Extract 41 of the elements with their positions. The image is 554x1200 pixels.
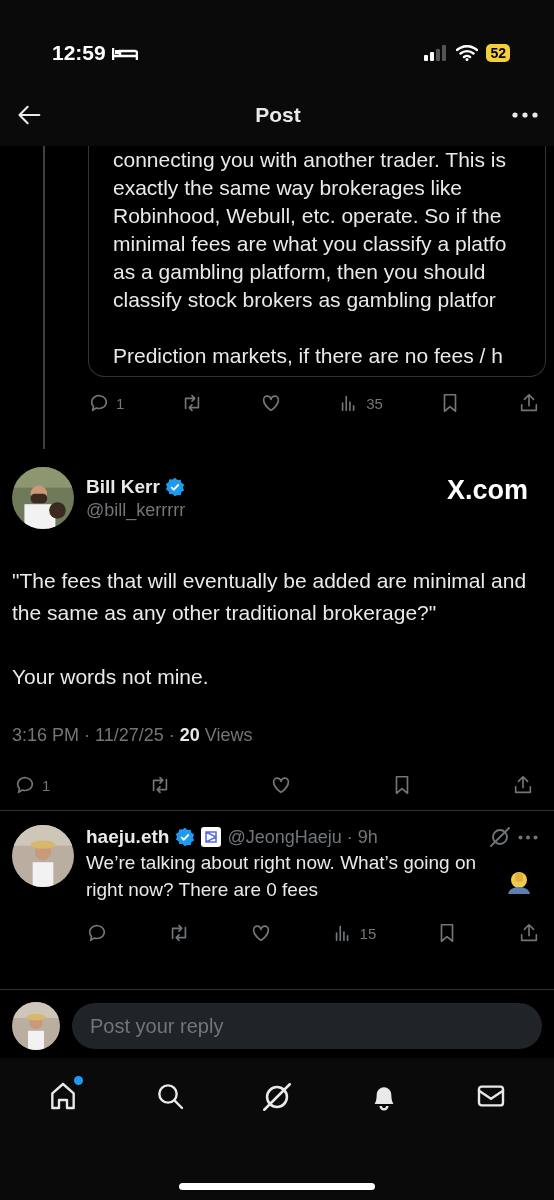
author-handle[interactable]: @bill_kerrrrr <box>86 499 435 521</box>
quoted-text-line: as a gambling platform, then you should <box>113 259 487 285</box>
reply-button[interactable] <box>86 922 108 944</box>
share-icon <box>518 922 540 944</box>
reply-input-field[interactable]: Post your reply <box>72 1003 542 1049</box>
share-icon <box>518 392 540 414</box>
more-icon <box>512 112 538 118</box>
more-button[interactable] <box>512 112 538 118</box>
reply-author-name[interactable]: haeju.eth <box>86 826 170 848</box>
quoted-text-line: exactly the same way brokerages like <box>113 175 463 201</box>
reply-button[interactable]: 1 <box>14 774 51 796</box>
quoted-text-line: connecting you with another trader. This is <box>113 147 507 173</box>
bed-icon <box>111 45 138 61</box>
battery-level: 52 <box>486 44 510 62</box>
quoted-text-line: minimal fees are what you classify a platfo <box>113 231 508 257</box>
author-name[interactable]: Bill Kerr <box>86 475 160 498</box>
quoted-text-line: classify stock brokers as gambling platfor <box>113 287 497 313</box>
reply-text: We’re talking about right now. What’s going on right now? There are 0 fees <box>86 851 478 902</box>
quoted-text-line: Robinhood, Webull, etc. operate. So if the <box>113 203 503 229</box>
views-button[interactable]: 35 <box>338 392 383 414</box>
source-label: X.com <box>446 475 528 506</box>
slashed-circle-icon <box>488 825 512 849</box>
quoted-post-card[interactable] <box>88 146 546 377</box>
status-time: 12:59 <box>52 41 106 65</box>
reply-icon <box>86 922 108 944</box>
post-text: Your words not mine. <box>12 664 210 690</box>
wifi-icon <box>456 45 479 61</box>
post-text: "The fees that will eventually be added are minimal and the same as any other traditional brokerage?" <box>12 568 528 626</box>
share-button[interactable] <box>518 392 540 414</box>
reply-button[interactable]: 1 <box>88 392 125 414</box>
share-button[interactable] <box>518 922 540 944</box>
reply-icon <box>88 392 110 414</box>
quoted-text-line: Prediction markets, if there are no fees / h <box>113 343 504 369</box>
views-button[interactable]: 15 <box>331 922 377 944</box>
facepalm-icon <box>506 870 532 894</box>
reply-icon <box>14 774 36 796</box>
reply-handle[interactable]: @JeongHaeju · 9h <box>227 826 378 848</box>
page-title: Post <box>255 103 301 127</box>
post-meta: 3:16 PM · 11/27/25 · 20 Views <box>12 725 254 747</box>
signal-icon <box>424 45 449 61</box>
more-icon <box>518 834 538 840</box>
